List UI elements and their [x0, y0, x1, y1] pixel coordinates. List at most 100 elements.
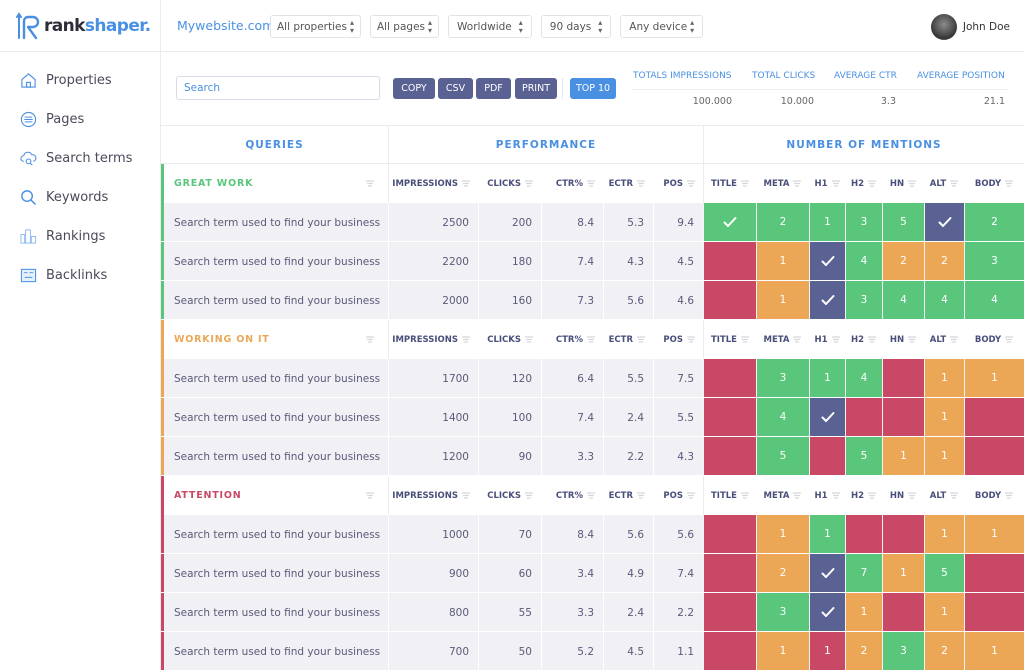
- sort-icon[interactable]: [793, 491, 802, 500]
- sort-icon[interactable]: [1005, 179, 1014, 188]
- column-header[interactable]: H2: [845, 320, 882, 359]
- column-header[interactable]: BODY: [964, 476, 1024, 515]
- sort-icon[interactable]: [868, 335, 877, 344]
- copy-button[interactable]: COPY: [393, 78, 435, 99]
- filter-pages[interactable]: All pages ▴ ▾: [369, 15, 440, 38]
- csv-button[interactable]: CSV: [438, 78, 473, 99]
- column-header[interactable]: ALT: [924, 476, 964, 515]
- column-header[interactable]: TITLE: [703, 164, 756, 203]
- column-header[interactable]: CLICKS: [478, 476, 541, 515]
- pdf-button[interactable]: PDF: [476, 78, 511, 99]
- sort-icon[interactable]: [740, 491, 749, 500]
- table-row[interactable]: Search term used to find your business 17…: [161, 359, 1024, 398]
- column-header[interactable]: CLICKS: [478, 164, 541, 203]
- logo[interactable]: rankshaper.: [16, 10, 151, 42]
- sort-icon[interactable]: [366, 491, 374, 500]
- column-header[interactable]: IMPRESSIONS: [388, 164, 478, 203]
- table-row[interactable]: Search term used to find your business 14…: [161, 398, 1024, 437]
- column-header[interactable]: IMPRESSIONS: [388, 476, 478, 515]
- sidebar-item-pages[interactable]: Pages: [20, 111, 84, 128]
- sort-icon[interactable]: [740, 179, 749, 188]
- sidebar-item-rankings[interactable]: Rankings: [20, 228, 105, 245]
- sort-icon[interactable]: [687, 491, 695, 500]
- table-row[interactable]: Search term used to find your business 25…: [161, 203, 1024, 242]
- sort-icon[interactable]: [831, 179, 840, 188]
- column-header[interactable]: POS: [653, 164, 703, 203]
- sort-icon[interactable]: [868, 179, 877, 188]
- column-header[interactable]: H1: [809, 476, 845, 515]
- sort-icon[interactable]: [908, 179, 917, 188]
- column-header[interactable]: H1: [809, 320, 845, 359]
- sort-icon[interactable]: [687, 335, 695, 344]
- column-header[interactable]: CLICKS: [478, 320, 541, 359]
- sort-icon[interactable]: [831, 335, 840, 344]
- site-name-link[interactable]: Mywebsite.com: [177, 18, 274, 33]
- sort-icon[interactable]: [587, 179, 595, 188]
- column-header[interactable]: BODY: [964, 164, 1024, 203]
- table-row[interactable]: Search term used to find your business 80…: [161, 593, 1024, 632]
- filter-region[interactable]: Worldwide ▴ ▾: [448, 15, 532, 38]
- sort-icon[interactable]: [366, 179, 374, 188]
- sort-icon[interactable]: [525, 335, 533, 344]
- sort-icon[interactable]: [1005, 335, 1014, 344]
- sort-icon[interactable]: [908, 335, 917, 344]
- sort-icon[interactable]: [831, 491, 840, 500]
- sort-icon[interactable]: [950, 179, 959, 188]
- column-header[interactable]: POS: [653, 476, 703, 515]
- print-button[interactable]: PRINT: [515, 78, 557, 99]
- sort-icon[interactable]: [908, 491, 917, 500]
- filter-properties[interactable]: All properties ▴ ▾: [270, 15, 361, 38]
- sort-icon[interactable]: [525, 179, 533, 188]
- sort-icon[interactable]: [793, 335, 802, 344]
- column-header[interactable]: ALT: [924, 320, 964, 359]
- column-header[interactable]: CTR%: [541, 164, 603, 203]
- column-header[interactable]: HN: [882, 476, 924, 515]
- column-header[interactable]: HN: [882, 320, 924, 359]
- sidebar-item-search-terms[interactable]: Search terms: [20, 150, 132, 167]
- user-menu[interactable]: John Doe: [930, 14, 1010, 40]
- sidebar-item-backlinks[interactable]: Backlinks: [20, 267, 107, 284]
- column-header[interactable]: META: [756, 164, 809, 203]
- column-header[interactable]: CTR%: [541, 320, 603, 359]
- sort-icon[interactable]: [793, 179, 802, 188]
- table-row[interactable]: Search term used to find your business 10…: [161, 515, 1024, 554]
- column-header[interactable]: H2: [845, 476, 882, 515]
- column-header[interactable]: H2: [845, 164, 882, 203]
- sort-icon[interactable]: [637, 491, 645, 500]
- sort-icon[interactable]: [462, 491, 470, 500]
- sort-icon[interactable]: [587, 491, 595, 500]
- sort-icon[interactable]: [740, 335, 749, 344]
- column-header[interactable]: ECTR: [603, 164, 653, 203]
- sort-icon[interactable]: [950, 335, 959, 344]
- table-row[interactable]: Search term used to find your business 22…: [161, 242, 1024, 281]
- column-header[interactable]: ECTR: [603, 320, 653, 359]
- column-header[interactable]: IMPRESSIONS: [388, 320, 478, 359]
- sort-icon[interactable]: [1005, 491, 1014, 500]
- sort-icon[interactable]: [462, 335, 470, 344]
- sort-icon[interactable]: [637, 335, 645, 344]
- sidebar-item-keywords[interactable]: Keywords: [20, 189, 108, 206]
- column-header[interactable]: ECTR: [603, 476, 653, 515]
- filter-date-range[interactable]: 90 days ▴ ▾: [540, 15, 612, 38]
- sort-icon[interactable]: [950, 491, 959, 500]
- column-header[interactable]: TITLE: [703, 476, 756, 515]
- sidebar-item-properties[interactable]: Properties: [20, 72, 112, 89]
- sort-icon[interactable]: [462, 179, 470, 188]
- column-header[interactable]: CTR%: [541, 476, 603, 515]
- table-row[interactable]: Search term used to find your business 70…: [161, 632, 1024, 671]
- column-header[interactable]: META: [756, 476, 809, 515]
- column-header[interactable]: ALT: [924, 164, 964, 203]
- table-row[interactable]: Search term used to find your business 12…: [161, 437, 1024, 476]
- sort-icon[interactable]: [868, 491, 877, 500]
- table-row[interactable]: Search term used to find your business 20…: [161, 281, 1024, 320]
- column-header[interactable]: META: [756, 320, 809, 359]
- sort-icon[interactable]: [525, 491, 533, 500]
- filter-device[interactable]: Any device ▴ ▾: [620, 15, 704, 38]
- sort-icon[interactable]: [587, 335, 595, 344]
- column-header[interactable]: TITLE: [703, 320, 756, 359]
- column-header[interactable]: H1: [809, 164, 845, 203]
- sort-icon[interactable]: [687, 179, 695, 188]
- column-header[interactable]: BODY: [964, 320, 1024, 359]
- sort-icon[interactable]: [637, 179, 645, 188]
- search-input[interactable]: [176, 76, 380, 100]
